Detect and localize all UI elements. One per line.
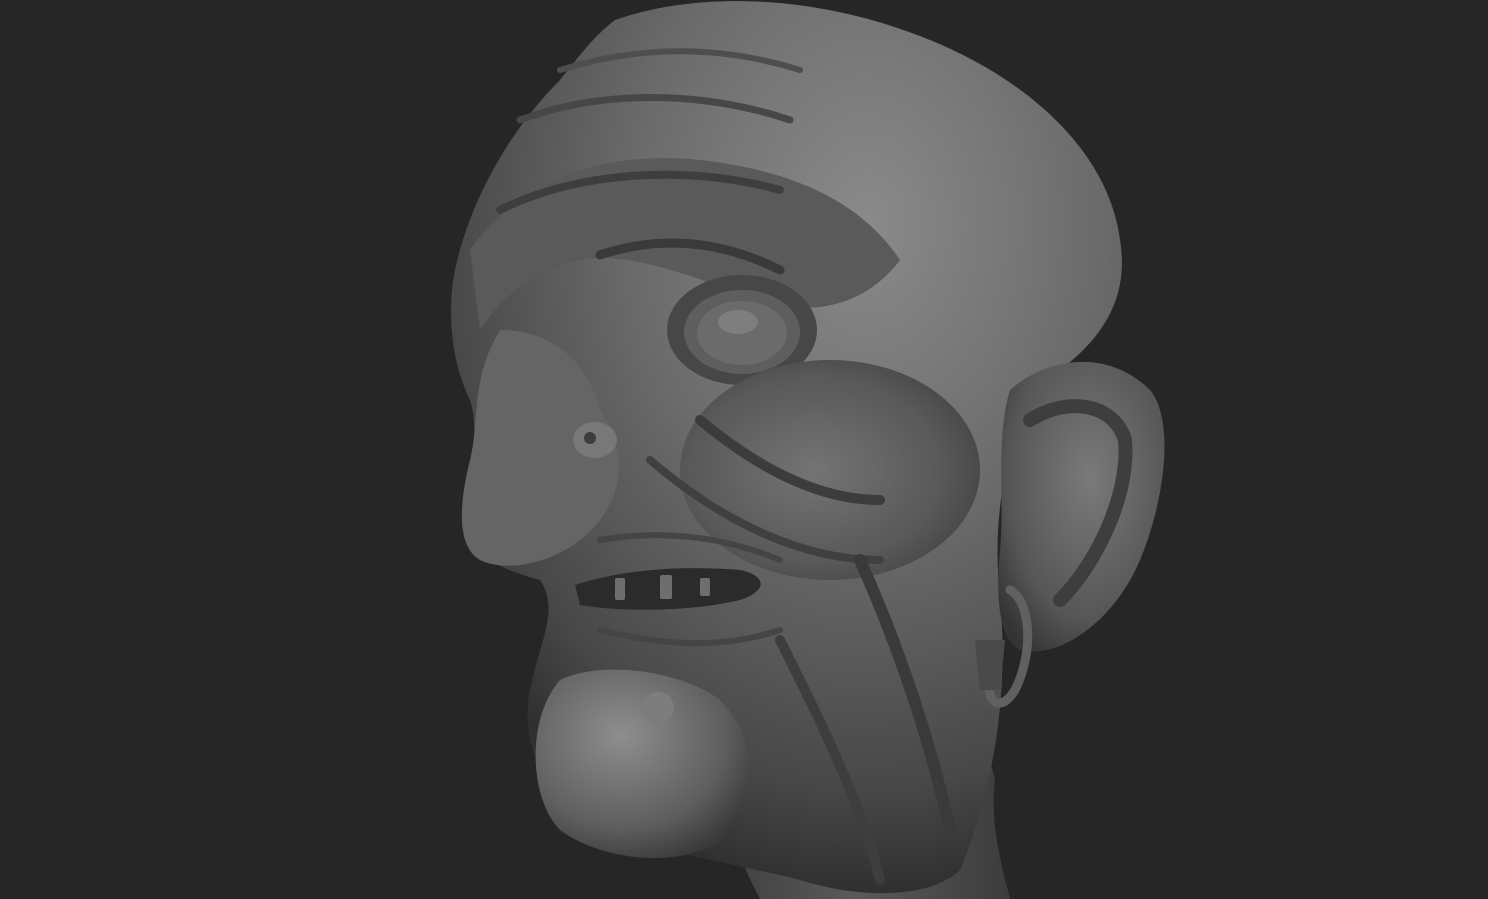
viewport-canvas[interactable] [0,0,1488,899]
tooth [615,578,625,600]
eye-highlight [718,310,758,334]
nostril-hole [584,432,596,444]
cheek-shape [680,360,980,580]
sculpt-viewport[interactable] [0,0,1488,899]
tooth [700,578,710,596]
earring-pendant [975,640,1005,690]
chin-wart [642,692,674,724]
tooth [660,575,672,599]
